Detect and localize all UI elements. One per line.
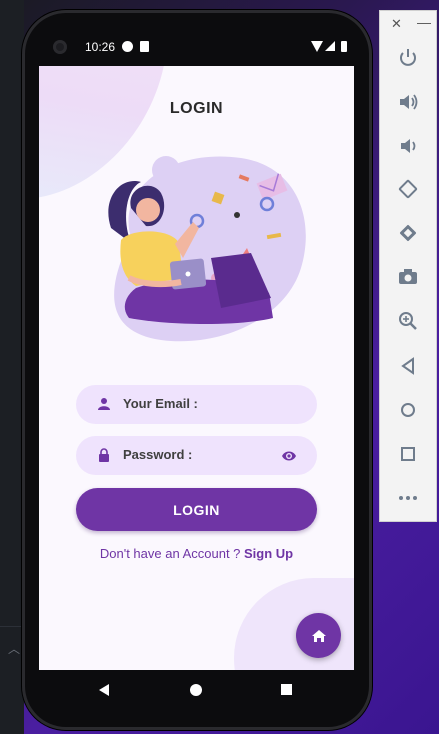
camera-icon[interactable] — [397, 266, 419, 288]
person-icon — [98, 398, 110, 410]
rotate-right-icon[interactable] — [397, 222, 419, 244]
home-icon[interactable] — [190, 684, 202, 696]
back-icon[interactable] — [397, 355, 419, 377]
recents-icon[interactable] — [281, 684, 292, 695]
emulator-toolbar: ✕ — — [379, 10, 437, 522]
login-button[interactable]: LOGIN — [76, 488, 317, 531]
power-icon[interactable] — [397, 46, 419, 68]
chevron-up-icon[interactable]: ︿ — [8, 640, 20, 657]
home-fab[interactable] — [296, 613, 341, 658]
home-icon[interactable] — [397, 399, 419, 421]
wifi-icon — [311, 41, 323, 52]
host-window-edge: ︿ — [0, 0, 24, 734]
signup-prompt: Don't have an Account ? Sign Up — [39, 546, 354, 561]
overview-icon[interactable] — [397, 443, 419, 465]
email-placeholder: Your Email : — [123, 396, 198, 411]
sd-card-icon — [140, 41, 149, 52]
email-field[interactable]: Your Email : — [76, 385, 317, 424]
close-icon[interactable]: ✕ — [391, 16, 402, 32]
login-screen: LOGIN Your Email : Password: LOGIN Don'… — [39, 66, 354, 670]
more-icon[interactable] — [397, 487, 419, 509]
minimize-icon[interactable]: — — [417, 14, 431, 30]
status-bar: 10:26 — [39, 30, 354, 66]
back-icon[interactable] — [99, 684, 109, 696]
volume-up-icon[interactable] — [397, 91, 419, 113]
signup-prompt-text: Don't have an Account ? — [99, 546, 245, 561]
signal-icon — [325, 41, 335, 51]
system-nav-bar — [39, 670, 354, 710]
toolbar-window-controls: ✕ — — [380, 11, 438, 37]
divider — [0, 626, 24, 627]
home-icon — [311, 629, 326, 642]
zoom-icon[interactable] — [397, 310, 419, 332]
battery-icon — [341, 41, 347, 52]
page-title: LOGIN — [169, 100, 224, 117]
front-camera-icon — [53, 40, 67, 54]
volume-down-icon[interactable] — [397, 135, 419, 157]
status-time: 10:26 — [85, 40, 116, 54]
password-field[interactable]: Password : — [76, 436, 317, 475]
lock-icon — [99, 448, 109, 462]
rotate-left-icon[interactable] — [397, 178, 419, 200]
signup-link[interactable]: Sign Up — [244, 546, 293, 561]
notification-icon — [122, 41, 133, 52]
password-placeholder: Password : — [123, 447, 193, 462]
visibility-icon[interactable] — [281, 449, 297, 463]
login-illustration — [108, 156, 306, 342]
